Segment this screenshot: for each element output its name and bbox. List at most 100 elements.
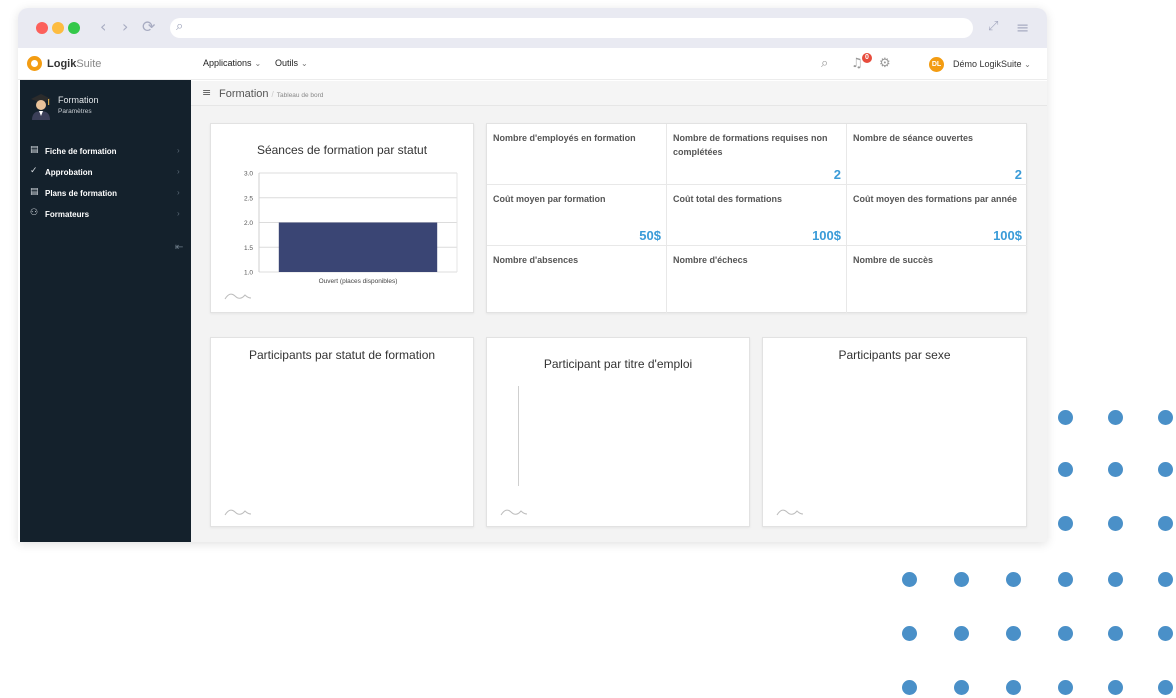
chart-type-icon <box>500 509 528 516</box>
sidebar-item-approbation[interactable]: ✓ Approbation › <box>20 164 191 182</box>
y-tick-label: 1.5 <box>244 245 253 252</box>
kpi-label: Nombre de succès <box>853 255 934 265</box>
kpi-label: Nombre de formations requises non complé… <box>673 133 828 157</box>
sidebar-title: Formation <box>58 95 99 105</box>
minimize-window-button[interactable] <box>52 22 64 34</box>
breadcrumb-separator: / <box>271 90 274 99</box>
avatar[interactable]: DL <box>929 57 944 72</box>
search-icon: ⌕ <box>176 19 184 34</box>
kpi-cout-moyen[interactable]: Coût moyen par formation 50$ <box>487 185 667 246</box>
chart-bar[interactable] <box>278 222 438 273</box>
sidebar-item-label: Fiche de formation <box>45 147 117 156</box>
kpi-label: Coût moyen des formations par année <box>853 194 1018 204</box>
browser-menu-icon[interactable]: ≡ <box>1016 18 1029 37</box>
kpi-seances-ouvertes[interactable]: Nombre de séance ouvertes 2 <box>847 124 1027 185</box>
logo-icon <box>27 56 42 71</box>
sidebar-profile: Formation Paramètres <box>20 80 191 130</box>
kpi-value: 2 <box>833 167 841 182</box>
sidebar-item-label: Approbation <box>45 168 93 177</box>
menu-outils-label: Outils <box>275 58 299 68</box>
kpi-label: Nombre d'absences <box>493 255 579 265</box>
kpi-label: Coût moyen par formation <box>493 194 606 204</box>
panel-participant-titre-emploi: Participant par titre d'emploi <box>486 337 750 527</box>
kpi-label: Nombre de séance ouvertes <box>853 133 974 143</box>
logo[interactable]: LogikSuite <box>27 56 101 71</box>
chevron-right-icon: › <box>177 167 180 176</box>
back-icon[interactable]: ‹ <box>100 17 106 36</box>
kpi-cout-total[interactable]: Coût total des formations 100$ <box>667 185 847 246</box>
bell-icon[interactable]: ♫ <box>851 56 863 71</box>
kpi-label: Nombre d'échecs <box>673 255 748 265</box>
chevron-right-icon: › <box>177 209 180 218</box>
menu-applications[interactable]: Applications ⌄ <box>203 58 261 68</box>
y-tick-label: 2.5 <box>244 195 253 202</box>
kpi-absences[interactable]: Nombre d'absences <box>487 246 667 313</box>
kpi-value: 100$ <box>993 228 1022 243</box>
x-category-label: Ouvert (places disponibles) <box>319 278 398 285</box>
chevron-down-icon: ⌄ <box>1024 60 1031 69</box>
kpi-formations-requises[interactable]: Nombre de formations requises non complé… <box>667 124 847 185</box>
notification-badge: 0 <box>862 53 872 63</box>
y-tick-label: 3.0 <box>244 171 253 178</box>
breadcrumb: ≡ Formation / Tableau de bord <box>191 81 1047 106</box>
sidebar-item-label: Formateurs <box>45 210 90 219</box>
sidebar-item-plans-de-formation[interactable]: ▤ Plans de formation › <box>20 185 191 203</box>
kpi-succes[interactable]: Nombre de succès <box>847 246 1027 313</box>
check-icon: ✓ <box>30 166 38 176</box>
chevron-right-icon: › <box>177 146 180 155</box>
dashboard-content: Séances de formation par statut 3.0 2.5 2.… <box>191 106 1047 542</box>
breadcrumb-current: Tableau de bord <box>276 92 324 99</box>
sidebar-item-label: Plans de formation <box>45 189 118 198</box>
y-tick-label: 1.0 <box>244 270 253 277</box>
sidebar-subtitle[interactable]: Paramètres <box>58 108 92 115</box>
graduate-icon <box>31 94 51 120</box>
y-tick-label: 2.0 <box>244 220 253 227</box>
gear-icon[interactable]: ⚙ <box>879 56 891 71</box>
panel-title: Participants par sexe <box>838 348 951 362</box>
chart-panel-seances: Séances de formation par statut 3.0 2.5 2.… <box>210 123 474 313</box>
breadcrumb-main[interactable]: Formation <box>219 88 269 100</box>
app-header: LogikSuite Applications ⌄ Outils ⌄ ⌕ ♫ 0 ⚙… <box>18 48 1047 80</box>
chart-type-icon <box>776 509 804 516</box>
panel-title: Participant par titre d'emploi <box>543 357 693 371</box>
chevron-down-icon: ⌄ <box>301 59 308 68</box>
kpi-employes-en-formation[interactable]: Nombre d'employés en formation <box>487 124 667 185</box>
chart-type-icon <box>224 293 252 300</box>
kpi-value: 2 <box>1014 167 1022 182</box>
menu-applications-label: Applications <box>203 58 252 68</box>
hamburger-icon[interactable]: ≡ <box>202 86 211 99</box>
collapse-sidebar-icon[interactable]: ⇤ <box>175 242 183 253</box>
chevron-right-icon: › <box>177 188 180 197</box>
logo-text-bold: Logik <box>47 57 77 70</box>
kpi-value: 100$ <box>812 228 841 243</box>
user-menu[interactable]: Démo LogikSuite ⌄ <box>953 59 1031 69</box>
sidebar-item-formateurs[interactable]: ⚇ Formateurs › <box>20 206 191 224</box>
browser-toolbar: ‹ › ⟳ ⌕ ⤢ ≡ <box>18 8 1047 48</box>
kpi-label: Coût total des formations <box>673 194 783 204</box>
sidebar: Formation Paramètres ▤ Fiche de formatio… <box>20 80 191 542</box>
kpi-echecs[interactable]: Nombre d'échecs <box>667 246 847 313</box>
bar-chart: 3.0 2.5 2.0 1.5 1.0 Ouvert (places disponible… <box>244 171 458 285</box>
forward-icon[interactable]: › <box>122 17 128 36</box>
chart-type-icon <box>224 509 252 516</box>
panel-title: Participants par statut de formation <box>248 348 436 362</box>
list-icon: ▤ <box>30 145 39 155</box>
menu-outils[interactable]: Outils ⌄ <box>275 58 308 68</box>
panel-participants-sexe: Participants par sexe <box>762 337 1027 527</box>
search-icon[interactable]: ⌕ <box>821 56 828 71</box>
expand-icon[interactable]: ⤢ <box>988 19 998 34</box>
kpi-panel: Nombre d'employés en formation Nombre de… <box>486 123 1027 313</box>
browser-window: ‹ › ⟳ ⌕ ⤢ ≡ LogikSuite Applications ⌄ Out… <box>18 8 1047 542</box>
user-name-label: Démo LogikSuite <box>953 59 1022 69</box>
close-window-button[interactable] <box>36 22 48 34</box>
address-bar[interactable]: ⌕ <box>170 18 973 38</box>
panel-participants-statut: Participants par statut de formation <box>210 337 474 527</box>
chevron-down-icon: ⌄ <box>254 59 262 68</box>
people-icon: ⚇ <box>30 208 39 218</box>
maximize-window-button[interactable] <box>68 22 80 34</box>
kpi-label: Nombre d'employés en formation <box>493 133 636 143</box>
empty-chart-axis <box>518 386 519 486</box>
reload-icon[interactable]: ⟳ <box>142 17 155 36</box>
kpi-cout-moyen-annee[interactable]: Coût moyen des formations par année 100$ <box>847 185 1027 246</box>
sidebar-item-fiche-de-formation[interactable]: ▤ Fiche de formation › <box>20 143 191 161</box>
